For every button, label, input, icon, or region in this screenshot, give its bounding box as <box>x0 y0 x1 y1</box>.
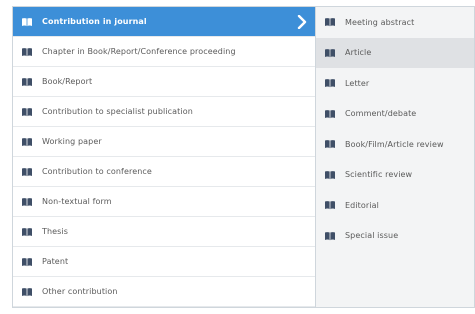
book-icon <box>21 47 33 57</box>
menu-item-thesis[interactable]: Thesis <box>13 217 315 247</box>
menu-item-patent[interactable]: Patent <box>13 247 315 277</box>
menu-item-label: Meeting abstract <box>345 17 415 27</box>
submenu-item-comment-debate[interactable]: Comment/debate <box>316 99 474 130</box>
book-icon <box>21 77 33 87</box>
book-icon <box>21 227 33 237</box>
book-icon <box>21 17 33 27</box>
menu-item-contribution-to-conference[interactable]: Contribution to conference <box>13 157 315 187</box>
book-icon <box>21 287 33 297</box>
book-icon <box>324 170 336 180</box>
book-icon <box>324 139 336 149</box>
book-icon <box>324 17 336 27</box>
book-icon <box>21 107 33 117</box>
book-icon <box>324 48 336 58</box>
menu-item-label: Book/Film/Article review <box>345 139 444 149</box>
book-icon <box>324 109 336 119</box>
book-icon <box>324 200 336 210</box>
menu-item-label: Article <box>345 48 372 58</box>
menu-item-label: Chapter in Book/Report/Conference procee… <box>42 47 236 56</box>
book-icon <box>21 257 33 267</box>
submenu-item-meeting-abstract[interactable]: Meeting abstract <box>316 7 474 38</box>
menu-item-label: Scientific review <box>345 170 413 180</box>
submenu-item-editorial[interactable]: Editorial <box>316 190 474 221</box>
menu-item-other-contribution[interactable]: Other contribution <box>13 277 315 307</box>
book-icon <box>21 137 33 147</box>
menu-item-working-paper[interactable]: Working paper <box>13 127 315 157</box>
menu-item-label: Contribution to specialist publication <box>42 107 193 116</box>
submenu-item-letter[interactable]: Letter <box>316 68 474 99</box>
submenu-item-article[interactable]: Article <box>316 37 474 68</box>
menu-item-label: Letter <box>345 78 370 88</box>
menu-item-label: Other contribution <box>42 287 118 296</box>
submenu-item-special-issue[interactable]: Special issue <box>316 221 474 252</box>
chevron-right-icon <box>297 14 307 29</box>
menu-item-label: Working paper <box>42 137 102 146</box>
menu-item-label: Contribution to conference <box>42 167 152 176</box>
menu-item-label: Patent <box>42 257 69 266</box>
submenu-item-scientific-review[interactable]: Scientific review <box>316 160 474 191</box>
menu-item-contribution-to-specialist-publication[interactable]: Contribution to specialist publication <box>13 97 315 127</box>
submenu-item-book-film-article-review[interactable]: Book/Film/Article review <box>316 129 474 160</box>
menu-item-book-report[interactable]: Book/Report <box>13 67 315 97</box>
book-icon <box>324 231 336 241</box>
menu-item-chapter-in-book[interactable]: Chapter in Book/Report/Conference procee… <box>13 37 315 67</box>
book-icon <box>21 167 33 177</box>
menu-item-contribution-in-journal[interactable]: Contribution in journal <box>13 7 315 37</box>
menu-item-label: Comment/debate <box>345 109 417 119</box>
cascading-menu: Contribution in journal Chapter in Book/… <box>12 6 475 308</box>
menu-item-label: Book/Report <box>42 77 93 86</box>
book-icon <box>21 197 33 207</box>
menu-item-label: Non-textual form <box>42 197 112 206</box>
publication-type-menu: Contribution in journal Chapter in Book/… <box>0 0 475 314</box>
menu-item-label: Special issue <box>345 231 399 241</box>
menu-item-label: Thesis <box>42 227 69 236</box>
category-list: Contribution in journal Chapter in Book/… <box>13 7 316 307</box>
subtype-list: Meeting abstract Article Letter Comment/… <box>316 7 474 307</box>
menu-item-label: Editorial <box>345 200 379 210</box>
book-icon <box>324 78 336 88</box>
menu-item-label: Contribution in journal <box>42 17 147 26</box>
menu-item-non-textual-form[interactable]: Non-textual form <box>13 187 315 217</box>
